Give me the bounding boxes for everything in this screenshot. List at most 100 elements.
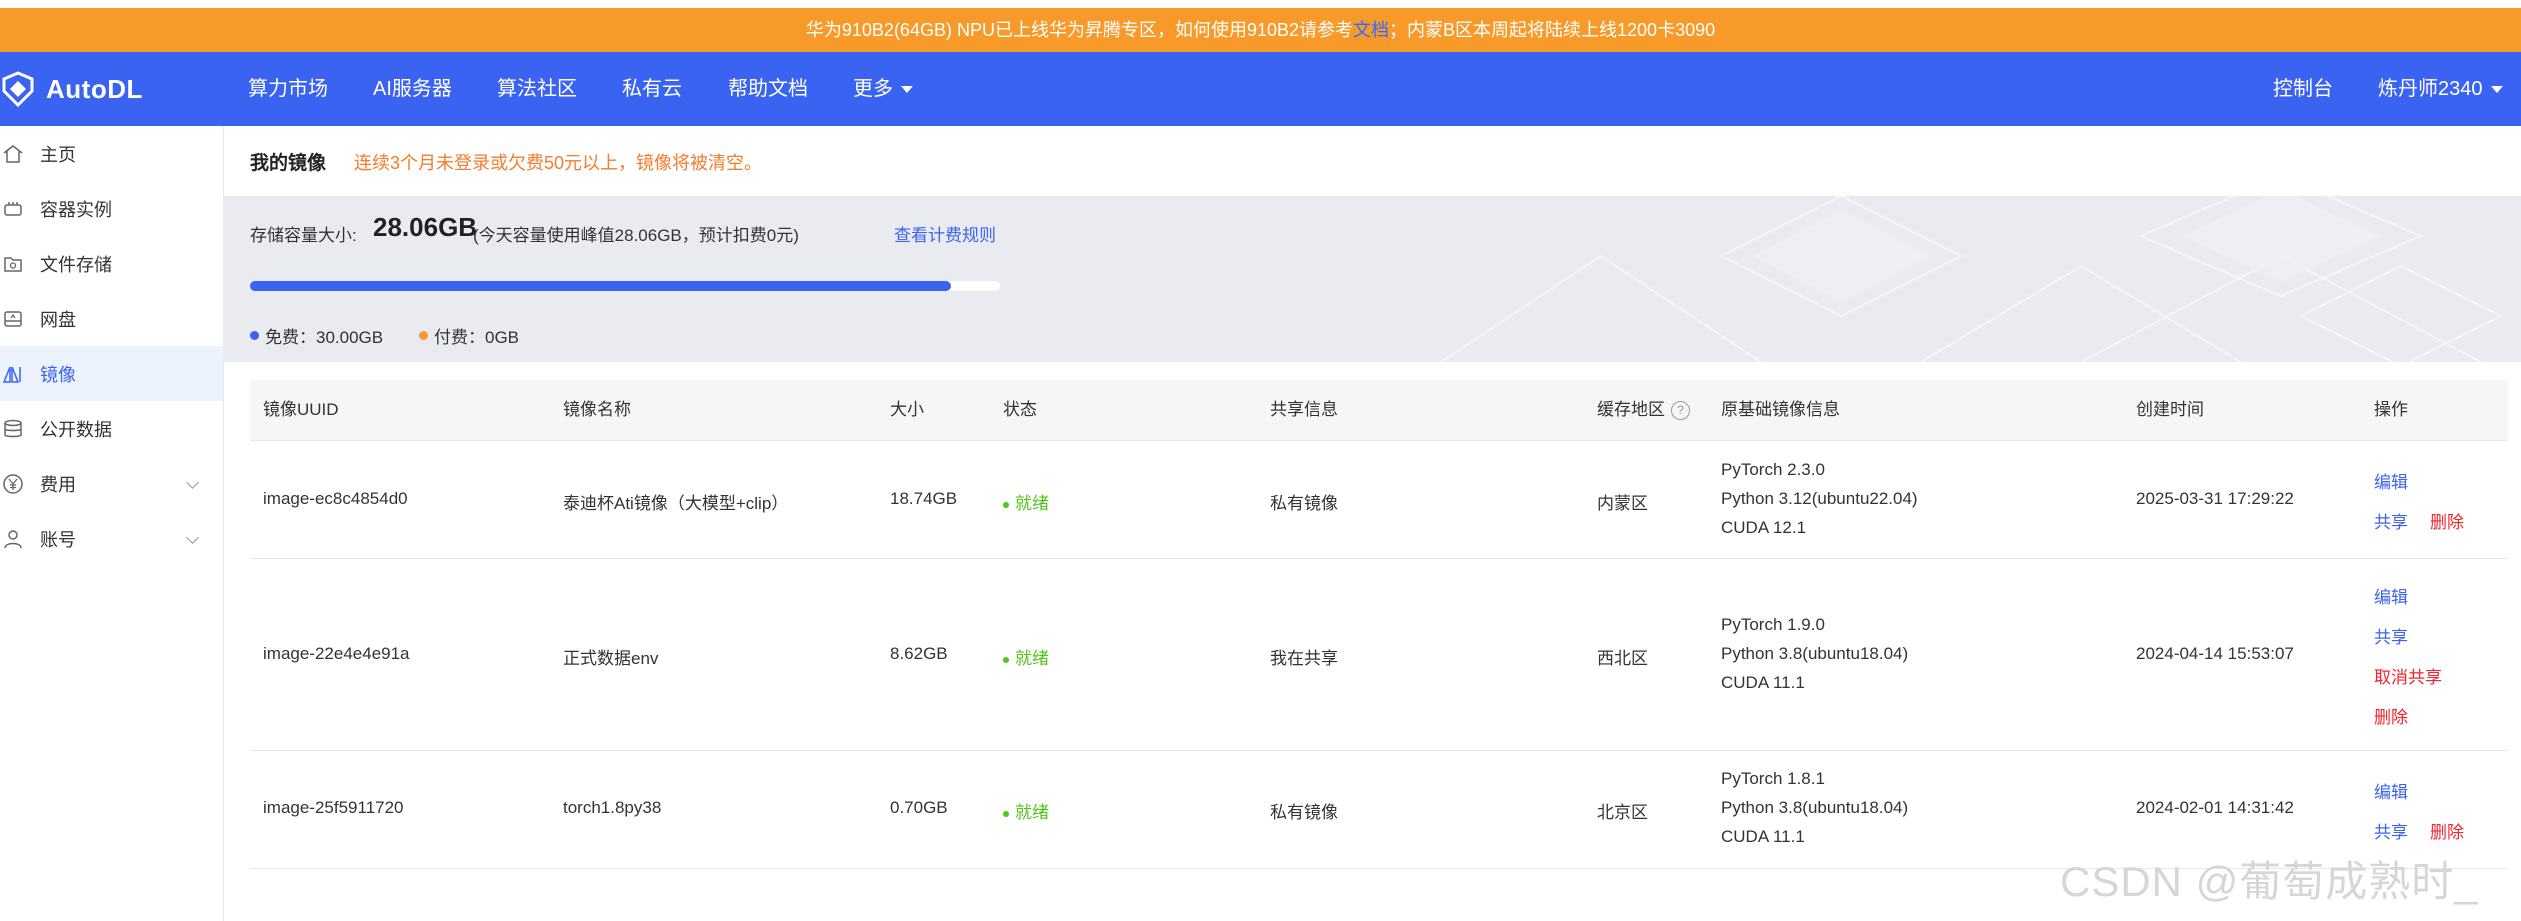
status-label: 就绪 <box>1015 803 1049 822</box>
clear-warning: 连续3个月未登录或欠费50元以上，镜像将被清空。 <box>354 153 763 173</box>
cell-region: 西北区 <box>1597 649 1648 668</box>
header-status: 状态 <box>1003 400 1037 419</box>
status-label: 就绪 <box>1015 649 1049 668</box>
header-size: 大小 <box>890 400 924 419</box>
header-name: 镜像名称 <box>563 400 631 419</box>
sidebar-item-container[interactable]: 容器实例 <box>0 181 223 236</box>
header-base-image: 原基础镜像信息 <box>1721 400 1840 419</box>
status-badge: 就绪 <box>1003 489 1049 514</box>
edit-button[interactable]: 编辑 <box>2374 778 2408 803</box>
chevron-down-icon <box>901 86 913 94</box>
storage-usage-fill <box>250 281 952 291</box>
cell-base-cuda: CUDA 11.1 <box>1721 673 1805 692</box>
cell-size: 0.70GB <box>890 798 948 817</box>
nav-private-cloud[interactable]: 私有云 <box>622 52 682 126</box>
home-icon <box>0 141 26 167</box>
cell-created: 2024-02-01 14:31:42 <box>2136 798 2294 817</box>
free-dot-icon <box>250 331 259 340</box>
header-region-label: 缓存地区 <box>1597 400 1665 419</box>
disk-icon <box>0 306 26 332</box>
cell-name: 泰迪杯Ati镜像（大模型+clip） <box>563 494 789 513</box>
cell-share: 私有镜像 <box>1270 494 1338 513</box>
legend-paid: 付费：0GB <box>419 323 519 348</box>
help-icon[interactable]: ? <box>1671 401 1690 421</box>
sidebar-item-account[interactable]: 账号 <box>0 511 223 566</box>
status-dot-icon <box>1003 501 1009 508</box>
table-row: image-22e4e4e91a 正式数据env 8.62GB 就绪 我在共享 … <box>250 559 2508 751</box>
sidebar-item-public-data[interactable]: 公开数据 <box>0 401 223 456</box>
header-created: 创建时间 <box>2136 400 2204 419</box>
delete-button[interactable]: 删除 <box>2430 508 2464 533</box>
container-icon <box>0 196 26 222</box>
share-button[interactable]: 共享 <box>2374 818 2408 843</box>
cell-base-pytorch: PyTorch 2.3.0 <box>1721 460 1825 479</box>
page-title: 我的镜像 <box>250 153 327 174</box>
storage-peak-info: (今天容量使用峰值28.06GB，预计扣费0元) <box>473 226 799 245</box>
nav-more[interactable]: 更多 <box>853 52 913 126</box>
background-decoration <box>1440 196 2504 362</box>
sidebar-item-label: 镜像 <box>40 364 76 385</box>
header-share: 共享信息 <box>1270 400 1338 419</box>
cell-share: 我在共享 <box>1270 649 1338 668</box>
notice-text-after: ；内蒙B区本周起将陆续上线1200卡3090 <box>1389 20 1716 40</box>
cell-base-cuda: CUDA 11.1 <box>1721 827 1805 846</box>
share-button[interactable]: 共享 <box>2374 623 2408 648</box>
nav-algorithm-community[interactable]: 算法社区 <box>497 52 577 126</box>
sidebar-item-home[interactable]: 主页 <box>0 126 223 181</box>
storage-panel: 存储容量大小: 28.06GB (今天容量使用峰值28.06GB，预计扣费0元)… <box>223 196 2521 362</box>
sidebar-item-images[interactable]: 镜像 <box>0 346 223 401</box>
legend-paid-label: 付费：0GB <box>434 328 520 347</box>
yen-icon <box>0 471 26 497</box>
cell-size: 18.74GB <box>890 489 958 508</box>
logo[interactable]: AutoDL <box>0 52 143 126</box>
sidebar-item-label: 网盘 <box>40 309 76 330</box>
table-header: 镜像UUID 镜像名称 大小 状态 共享信息 缓存地区? 原基础镜像信息 创建时… <box>250 380 2508 441</box>
storage-size-value: 28.06GB <box>373 212 478 242</box>
notice-banner: 华为910B2(64GB) NPU已上线华为昇腾专区，如何使用910B2请参考文… <box>0 8 2521 52</box>
legend-free-label: 免费：30.00GB <box>265 328 384 347</box>
cell-share: 私有镜像 <box>1270 803 1338 822</box>
cell-region: 北京区 <box>1597 803 1648 822</box>
edit-button[interactable]: 编辑 <box>2374 468 2408 493</box>
nav-user-menu[interactable]: 炼丹师2340 <box>2378 52 2503 126</box>
paid-dot-icon <box>419 331 428 340</box>
cancel-share-button[interactable]: 取消共享 <box>2374 663 2442 688</box>
chevron-down-icon <box>186 476 199 489</box>
folder-icon <box>0 251 26 277</box>
chevron-down-icon <box>186 531 199 544</box>
sidebar-item-label: 主页 <box>40 144 76 165</box>
logo-text: AutoDL <box>46 73 143 104</box>
sidebar-item-label: 容器实例 <box>40 199 112 220</box>
status-dot-icon <box>1003 810 1009 817</box>
legend-free: 免费：30.00GB <box>250 323 383 348</box>
user-name: 炼丹师2340 <box>2378 78 2483 100</box>
sidebar-item-netdisk[interactable]: 网盘 <box>0 291 223 346</box>
sidebar-item-label: 账号 <box>40 529 76 550</box>
share-button[interactable]: 共享 <box>2374 508 2408 533</box>
nav-help-docs[interactable]: 帮助文档 <box>728 52 808 126</box>
edit-button[interactable]: 编辑 <box>2374 583 2408 608</box>
nav-ai-server[interactable]: AI服务器 <box>373 52 452 126</box>
notice-doc-link[interactable]: 文档 <box>1353 20 1389 40</box>
header-actions: 操作 <box>2374 400 2408 419</box>
delete-button[interactable]: 删除 <box>2430 818 2464 843</box>
cell-created: 2025-03-31 17:29:22 <box>2136 489 2294 508</box>
sidebar-item-label: 文件存储 <box>40 254 112 275</box>
header-region: 缓存地区? <box>1597 380 1690 440</box>
images-table: 镜像UUID 镜像名称 大小 状态 共享信息 缓存地区? 原基础镜像信息 创建时… <box>250 380 2508 869</box>
cell-base-pytorch: PyTorch 1.9.0 <box>1721 615 1825 634</box>
delete-button[interactable]: 删除 <box>2374 703 2408 728</box>
status-dot-icon <box>1003 656 1009 663</box>
cell-base-python: Python 3.12(ubuntu22.04) <box>1721 489 1918 508</box>
image-icon <box>0 361 26 387</box>
billing-rule-link[interactable]: 查看计费规则 <box>894 221 996 246</box>
status-badge: 就绪 <box>1003 798 1049 823</box>
sidebar-item-file-storage[interactable]: 文件存储 <box>0 236 223 291</box>
nav-console[interactable]: 控制台 <box>2273 52 2333 126</box>
cell-uuid: image-25f5911720 <box>263 798 404 817</box>
nav-more-label: 更多 <box>853 78 893 100</box>
cell-base-pytorch: PyTorch 1.8.1 <box>1721 769 1825 788</box>
sidebar-item-billing[interactable]: 费用 <box>0 456 223 511</box>
storage-size-label: 存储容量大小: <box>250 226 357 245</box>
nav-compute-market[interactable]: 算力市场 <box>248 52 328 126</box>
